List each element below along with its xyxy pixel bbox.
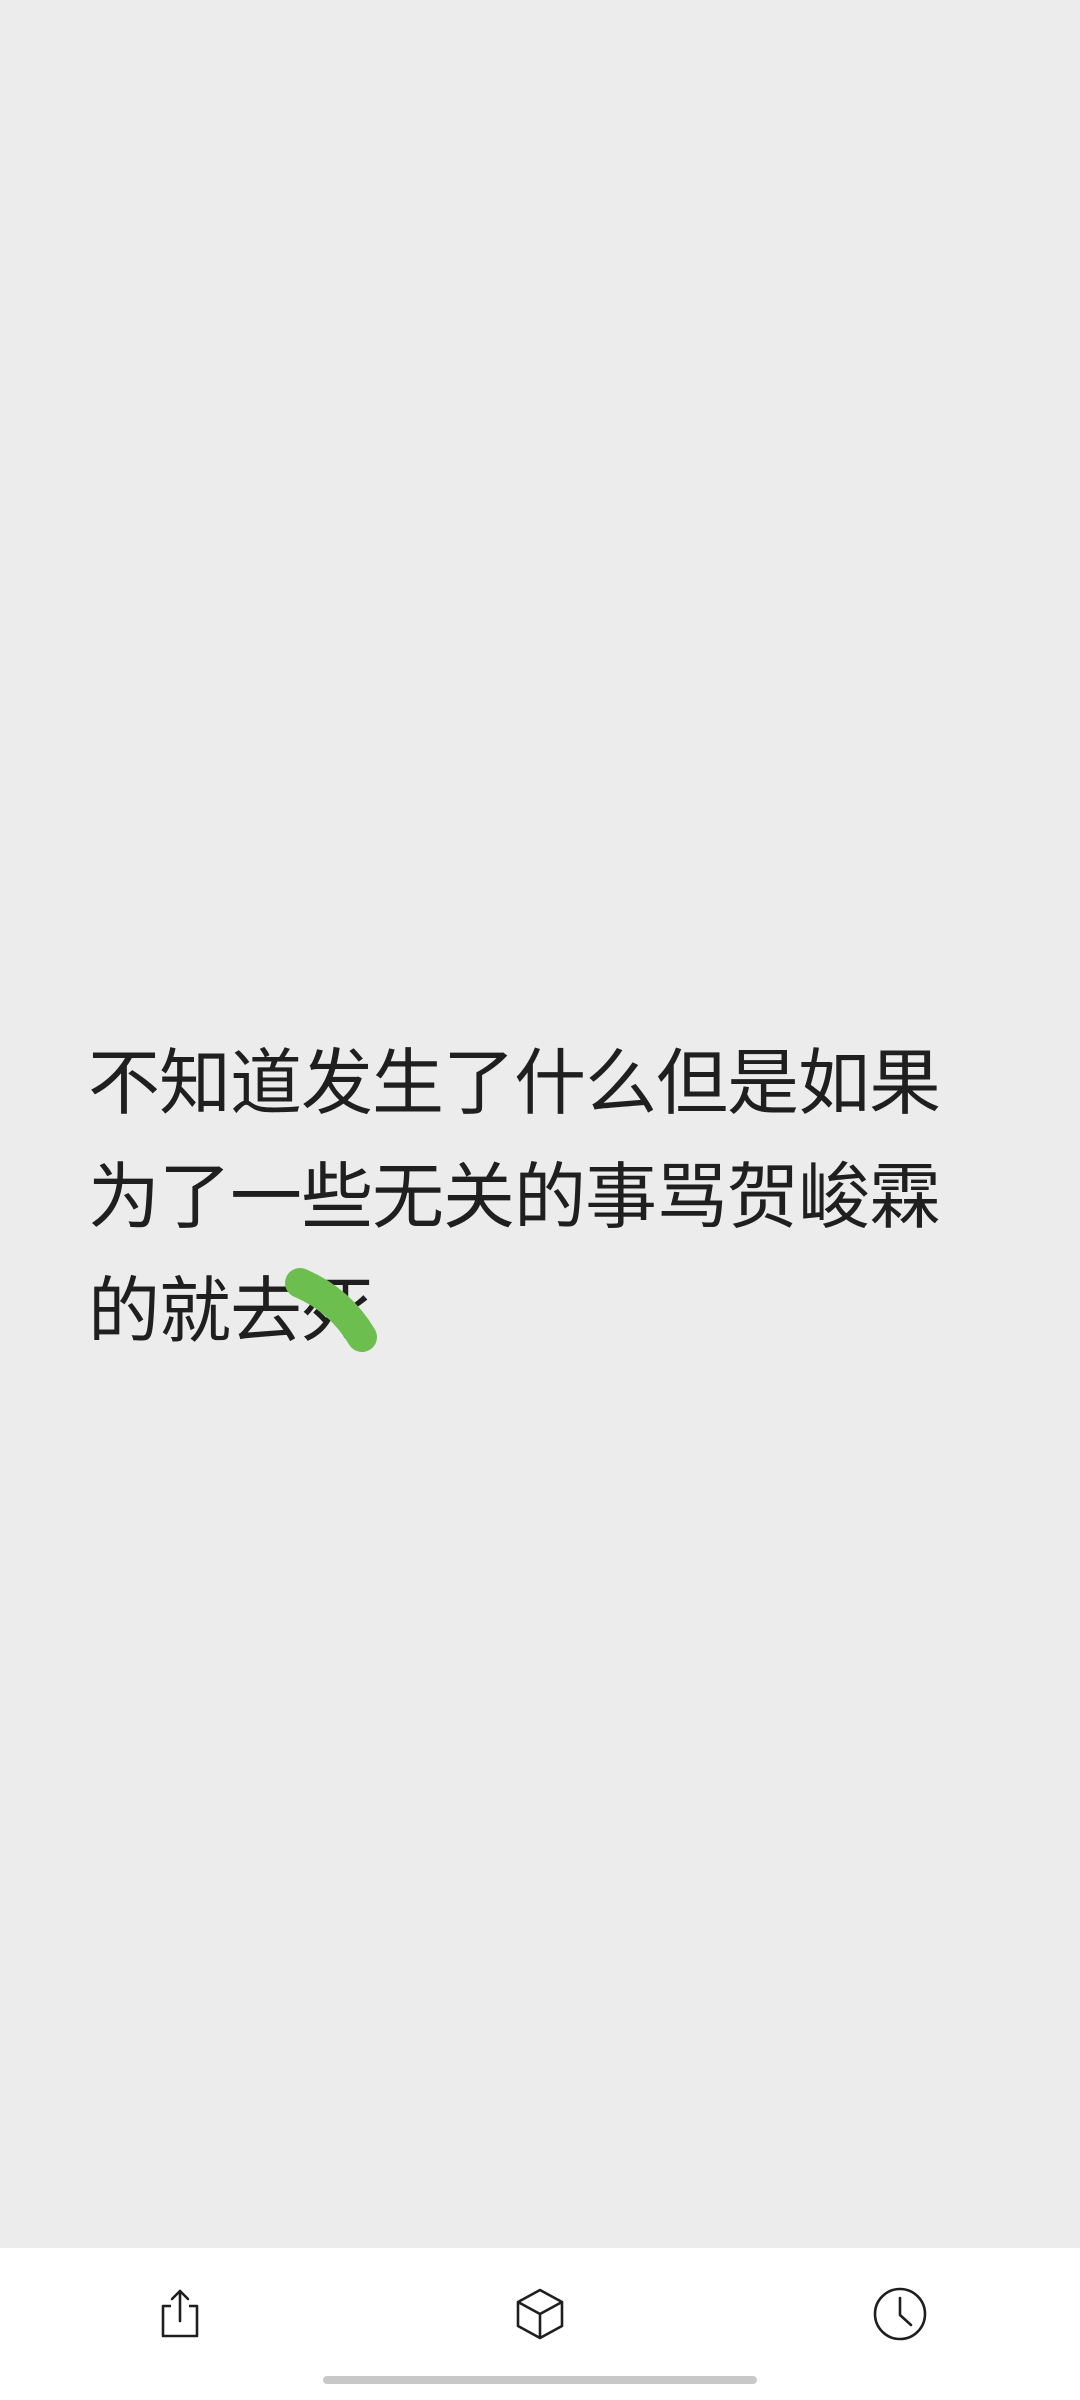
clock-icon — [873, 2287, 927, 2341]
home-indicator[interactable] — [323, 2376, 757, 2384]
note-canvas[interactable]: 不知道发生了什么但是如果 为了一些无关的事骂贺峻霖 的就去死 — [0, 0, 1080, 2248]
bottom-toolbar — [0, 2248, 1080, 2400]
history-button[interactable] — [860, 2274, 940, 2354]
note-line-2: 为了一些无关的事骂贺峻霖 — [88, 1155, 941, 1239]
note-line-3: 的就去死 — [88, 1269, 373, 1353]
cube-button[interactable] — [500, 2274, 580, 2354]
note-line-1: 不知道发生了什么但是如果 — [88, 1041, 941, 1125]
note-text: 不知道发生了什么但是如果 为了一些无关的事骂贺峻霖 的就去死 — [88, 1026, 988, 1368]
share-icon — [161, 2289, 199, 2338]
share-button[interactable] — [140, 2274, 220, 2354]
cube-icon — [516, 2288, 564, 2340]
